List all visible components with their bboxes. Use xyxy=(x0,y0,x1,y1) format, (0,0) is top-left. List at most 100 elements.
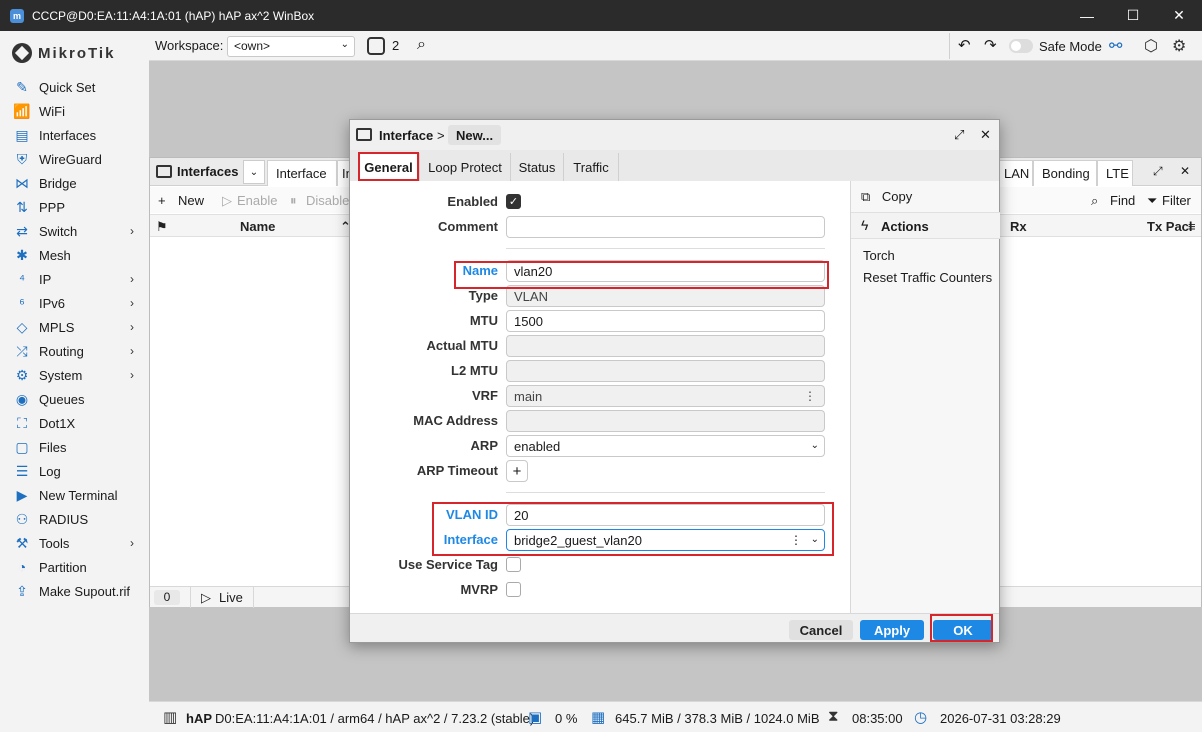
sidebar-item-mesh[interactable]: ✱ Mesh xyxy=(0,243,149,267)
disable-button[interactable]: Disable xyxy=(306,193,349,208)
column-tx-packets[interactable]: Tx Pacl xyxy=(1147,219,1193,234)
sidebar-item-files[interactable]: ▢ Files xyxy=(0,435,149,459)
sidebar-item-mpls[interactable]: ◇ MPLS › xyxy=(0,315,149,339)
sidebar-item-radius[interactable]: ⚇ RADIUS xyxy=(0,507,149,531)
queues-icon: ◉ xyxy=(15,390,29,407)
maximize-button[interactable]: ☐ xyxy=(1110,0,1156,31)
connection-icon[interactable]: ⚯ xyxy=(1109,36,1122,56)
gear-icon[interactable]: ⚙ xyxy=(1172,36,1186,56)
breadcrumb-interface[interactable]: Interface xyxy=(379,128,433,143)
system-icon: ⚙ xyxy=(15,366,29,383)
sidebar-item-wifi[interactable]: 📶 WiFi xyxy=(0,99,149,123)
column-rx[interactable]: Rx xyxy=(1010,219,1027,234)
sidebar-item-label: MPLS xyxy=(39,319,75,335)
mvrp-label: MVRP xyxy=(460,582,498,597)
arp-select[interactable]: enabled ⌄ xyxy=(506,435,825,457)
close-icon[interactable]: ✕ xyxy=(980,127,991,143)
undo-icon[interactable]: ↶ xyxy=(958,36,971,54)
sidebar-item-partition[interactable]: ◔ Partition xyxy=(0,555,149,579)
hourglass-icon: ⧗ xyxy=(828,708,839,725)
vlan-id-input[interactable]: 20 xyxy=(506,504,825,526)
sidebar-item-ip[interactable]: ⁴ IP › xyxy=(0,267,149,291)
tab-lte[interactable]: LTE xyxy=(1097,160,1133,186)
safe-mode-toggle[interactable] xyxy=(1009,39,1033,53)
sidebar-item-system[interactable]: ⚙ System › xyxy=(0,363,149,387)
filter-icon: ⏷ xyxy=(1147,193,1158,208)
sidebar-item-bridge[interactable]: ⋈ Bridge xyxy=(0,171,149,195)
sidebar-item-dot1x[interactable]: ⛶ Dot1X xyxy=(0,411,149,435)
vrf-select[interactable]: main ⋮ xyxy=(506,385,825,407)
mac-address-label: MAC Address xyxy=(413,413,498,428)
flag-icon: ⚑ xyxy=(156,219,168,234)
tab-status[interactable]: Status xyxy=(511,153,564,181)
filter-button[interactable]: Filter xyxy=(1162,193,1191,208)
more-icon[interactable]: ⋮ xyxy=(790,533,802,547)
live-button[interactable]: ▷ Live xyxy=(190,587,254,608)
comment-input[interactable] xyxy=(506,216,825,238)
apply-button[interactable]: Apply xyxy=(860,620,924,640)
mtu-input[interactable]: 1500 xyxy=(506,310,825,332)
use-service-tag-label: Use Service Tag xyxy=(398,557,498,572)
copy-button[interactable]: ⧉ Copy xyxy=(861,189,912,205)
mtu-label: MTU xyxy=(469,313,498,328)
chevron-down-icon[interactable]: ⌄ xyxy=(243,160,265,184)
sidebar-item-interfaces[interactable]: ▤ Interfaces xyxy=(0,123,149,147)
ok-button[interactable]: OK xyxy=(933,620,993,640)
interface-select[interactable]: bridge2_guest_vlan20 ⋮ ⌄ xyxy=(506,529,825,551)
package-icon[interactable]: ⬡ xyxy=(1144,36,1158,56)
uptime: 08:35:00 xyxy=(852,711,903,726)
sidebar-item-ipv6[interactable]: ⁶ IPv6 › xyxy=(0,291,149,315)
sidebar-item-log[interactable]: ☰ Log xyxy=(0,459,149,483)
mvrp-checkbox[interactable] xyxy=(506,582,521,597)
winbox-app-icon: m xyxy=(10,8,24,23)
detach-icon[interactable]: ⤢ xyxy=(1153,164,1163,179)
minimize-button[interactable]: — xyxy=(1064,0,1110,31)
sidebar-item-tools[interactable]: ⚒ Tools › xyxy=(0,531,149,555)
enable-button[interactable]: Enable xyxy=(237,193,277,208)
tab-bonding[interactable]: Bonding xyxy=(1033,160,1097,186)
reset-traffic-counters-action[interactable]: Reset Traffic Counters xyxy=(863,270,992,285)
arp-value: enabled xyxy=(514,439,561,454)
tab-interface[interactable]: Interface xyxy=(267,160,337,186)
tab-general[interactable]: General xyxy=(358,153,420,181)
sidebar-item-routing[interactable]: ⤮ Routing › xyxy=(0,339,149,363)
sidebar-item-label: Interfaces xyxy=(39,127,97,143)
redo-icon[interactable]: ↷ xyxy=(984,36,997,54)
sidebar-item-switch[interactable]: ⇄ Switch › xyxy=(0,219,149,243)
add-arp-timeout-button[interactable]: + xyxy=(506,460,528,482)
chevron-down-icon[interactable]: ⌄ xyxy=(811,534,819,545)
routing-icon: ⤮ xyxy=(16,342,28,359)
sidebar-item-wireguard[interactable]: ⛨ WireGuard xyxy=(0,147,149,171)
new-button[interactable]: New xyxy=(178,193,204,208)
torch-action[interactable]: Torch xyxy=(863,248,895,263)
close-window-button[interactable]: ✕ xyxy=(1156,0,1202,31)
sidebar-item-queues[interactable]: ◉ Queues xyxy=(0,387,149,411)
sidebar-item-quick-set[interactable]: ✎ Quick Set xyxy=(0,75,149,99)
column-menu-icon[interactable]: ≡ xyxy=(1188,219,1196,234)
windows-icon[interactable] xyxy=(367,37,385,55)
sidebar-item-label: Routing xyxy=(39,343,84,359)
use-service-tag-checkbox[interactable] xyxy=(506,557,521,572)
search-icon[interactable]: ⌕ xyxy=(417,36,426,54)
find-button[interactable]: Find xyxy=(1110,193,1135,208)
sidebar-item-new-terminal[interactable]: ▶ New Terminal xyxy=(0,483,149,507)
tab-loop-protect[interactable]: Loop Protect xyxy=(420,153,511,181)
sidebar-item-ppp[interactable]: ⇅ PPP xyxy=(0,195,149,219)
cancel-button[interactable]: Cancel xyxy=(789,620,853,640)
sidebar-item-make-supout-rif[interactable]: ⇪ Make Supout.rif xyxy=(0,579,149,603)
chevron-down-icon: ⌄ xyxy=(340,39,349,50)
name-input[interactable]: vlan20 xyxy=(506,260,825,282)
tab-vlan[interactable]: LAN xyxy=(995,160,1033,186)
dialog-footer: Cancel Apply OK xyxy=(350,613,999,642)
row-count: 0 xyxy=(154,590,180,605)
row-mac-address: MAC Address xyxy=(350,410,850,432)
detach-icon[interactable]: ⤢ xyxy=(954,127,964,143)
column-name[interactable]: Name xyxy=(240,219,275,234)
close-icon[interactable]: ✕ xyxy=(1180,164,1190,178)
tab-traffic[interactable]: Traffic xyxy=(564,153,619,181)
sidebar-item-label: Queues xyxy=(39,391,85,407)
device-info: D0:EA:11:A4:1A:01 / arm64 / hAP ax^2 / 7… xyxy=(215,711,535,726)
workspace-select[interactable]: <own> ⌄ xyxy=(227,36,355,57)
enabled-checkbox[interactable]: ✓ xyxy=(506,194,521,209)
more-icon[interactable]: ⋮ xyxy=(804,389,816,403)
